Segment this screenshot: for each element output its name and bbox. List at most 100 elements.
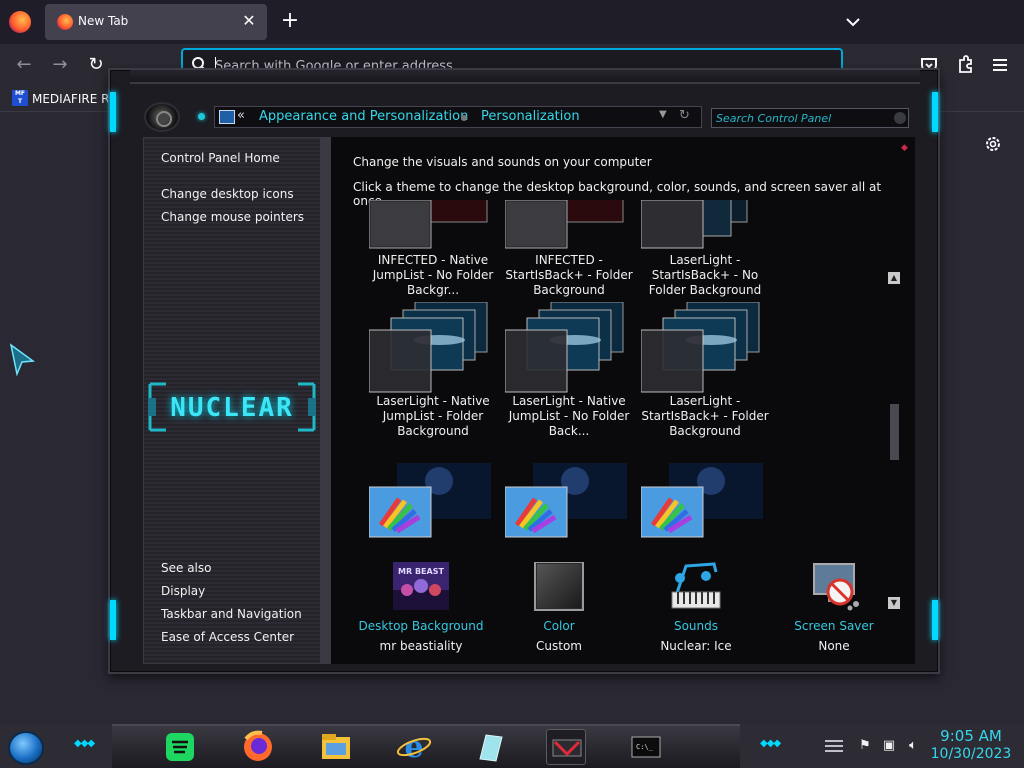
theme-name: INFECTED - Native JumpList - No Folder Bac… (372, 253, 494, 297)
theme-scrollbar-track[interactable]: ▲ ▼ (888, 272, 901, 609)
reload-button[interactable]: ↻ (84, 53, 108, 77)
theme-name: LaserLight - Native JumpList - Folder Back… (376, 394, 490, 438)
show-desktop-icon[interactable] (823, 737, 845, 755)
theme-tile[interactable]: LaserLight - Native JumpList - No Folder B… (505, 302, 633, 438)
theme-name: INFECTED - StartIsBack+ - Folder Backgroun… (505, 253, 633, 297)
desktop-background-label[interactable]: Desktop Background (351, 619, 491, 633)
sounds-item[interactable]: Sounds Nuclear: Ice (626, 562, 766, 653)
action-center-flag-icon[interactable]: ⚑ (857, 738, 873, 754)
chevron-down-icon[interactable]: ▼ (659, 109, 667, 120)
theme-name: LaserLight - Native JumpList - No Folder B… (508, 394, 630, 438)
theme-preview (369, 302, 488, 393)
spotify-icon[interactable] (160, 729, 200, 765)
breadcrumb[interactable]: « Appearance and Personalization Persona… (214, 106, 702, 128)
theme-tile[interactable] (641, 463, 769, 540)
control-panel-window: « Appearance and Personalization Persona… (108, 68, 940, 674)
file-explorer-icon[interactable] (316, 729, 356, 765)
breadcrumb-personalization[interactable]: Personalization (481, 109, 580, 124)
clock-time[interactable]: 9:05 AM (940, 727, 1002, 745)
theme-preview (505, 302, 624, 393)
svg-text:MR BEAST: MR BEAST (398, 567, 444, 576)
control-panel-icon[interactable] (546, 729, 586, 765)
desktop-background-value: mr beastiality (379, 639, 463, 653)
firefox-icon[interactable] (238, 729, 278, 765)
theme-tile[interactable]: LaserLight - Native JumpList - Folder Back… (369, 302, 497, 438)
link-change-desktop-icons[interactable]: Change desktop icons (161, 187, 294, 201)
link-display[interactable]: Display (161, 584, 205, 598)
search-icon[interactable] (894, 112, 906, 124)
command-prompt-icon[interactable]: C:\_ (626, 729, 666, 765)
hamburger-menu-icon[interactable] (989, 54, 1011, 76)
window-menu-icon[interactable] (144, 102, 180, 132)
sounds-value: Nuclear: Ice (660, 639, 732, 653)
theme-tile[interactable] (505, 463, 633, 540)
theme-tile[interactable] (369, 463, 497, 540)
theme-tile[interactable]: INFECTED - Native JumpList - No Folder Bac… (369, 200, 497, 297)
theme-preview (369, 200, 488, 249)
breadcrumb-overflow[interactable]: « (237, 108, 245, 123)
link-control-panel-home[interactable]: Control Panel Home (161, 151, 280, 165)
internet-explorer-icon[interactable]: e (394, 729, 434, 765)
volume-icon[interactable]: 🔈︎ (905, 738, 921, 754)
screen-saver-item[interactable]: Screen Saver None (764, 562, 904, 653)
sounds-label[interactable]: Sounds (626, 619, 766, 633)
refresh-icon[interactable]: ↻ (679, 108, 690, 123)
theme-preview (641, 302, 760, 393)
theme-preview (505, 463, 627, 538)
nuclear-logo-text: NUCLEAR (170, 393, 294, 423)
gear-icon[interactable] (983, 134, 1003, 154)
bookmark-mediafire[interactable]: MEDIAFIRE RO (32, 92, 119, 106)
pane-divider[interactable] (321, 137, 331, 664)
link-change-mouse-pointers[interactable]: Change mouse pointers (161, 210, 304, 224)
breadcrumb-appearance[interactable]: Appearance and Personalization (259, 109, 468, 124)
start-button[interactable] (8, 731, 44, 765)
svg-text:C:\_: C:\_ (636, 743, 654, 751)
nuclear-logo: NUCLEAR (148, 382, 316, 432)
music-notes-icon (671, 562, 721, 609)
frame-glow (110, 92, 116, 132)
theme-tile[interactable]: LaserLight - StartIsBack+ - Folder Backgro… (641, 302, 769, 438)
theme-preview (369, 463, 491, 538)
theme-tile[interactable]: INFECTED - StartIsBack+ - Folder Backgroun… (505, 200, 633, 297)
taskbar-deco-chevrons: ◆◆◆ (760, 738, 781, 749)
theme-preview (641, 200, 748, 249)
page-title: Change the visuals and sounds on your co… (353, 155, 652, 169)
color-value: Custom (536, 639, 582, 653)
color-label[interactable]: Color (489, 619, 629, 633)
search-input[interactable] (716, 111, 886, 125)
theme-preview (505, 200, 624, 249)
screen-saver-label[interactable]: Screen Saver (764, 619, 904, 633)
taskbar-deco-chevrons: ◆◆◆ (74, 738, 95, 749)
tab-new-tab[interactable]: New Tab ✕ (45, 4, 267, 40)
browser-tab-bar: New Tab ✕ + (0, 0, 1024, 44)
wallpaper-icon: MR BEAST (393, 562, 449, 610)
personalization-content: ◆ Change the visuals and sounds on your … (331, 137, 915, 664)
theme-name: LaserLight - StartIsBack+ - No Folder Back… (648, 253, 762, 297)
back-button[interactable]: ← (12, 53, 36, 77)
forward-button[interactable]: → (48, 53, 72, 77)
extensions-icon[interactable] (954, 54, 976, 76)
breadcrumb-separator[interactable] (461, 115, 467, 121)
help-icon[interactable]: ◆ (901, 143, 911, 153)
firefox-tab-icon (57, 14, 73, 30)
color-item[interactable]: Color Custom (489, 562, 629, 653)
firefox-menu-icon[interactable] (9, 11, 31, 33)
network-icon[interactable]: ▣ (881, 738, 897, 754)
color-swatch-icon (534, 562, 584, 611)
link-taskbar-navigation[interactable]: Taskbar and Navigation (161, 607, 302, 621)
link-ease-of-access[interactable]: Ease of Access Center (161, 630, 294, 644)
nav-back-dot[interactable] (198, 113, 205, 120)
scroll-thumb[interactable] (890, 404, 899, 460)
desktop-cursor-icon (9, 343, 36, 377)
clock-date[interactable]: 10/30/2023 (929, 746, 1013, 762)
close-tab-icon[interactable]: ✕ (239, 11, 259, 31)
glass-app-icon[interactable] (470, 729, 510, 765)
control-panel-search[interactable] (711, 108, 909, 128)
chevron-down-icon[interactable] (843, 12, 863, 32)
screen-saver-value: None (818, 639, 850, 653)
new-tab-button[interactable]: + (279, 10, 301, 32)
left-nav-pane: Control Panel Home Change desktop icons … (143, 137, 321, 664)
theme-tile[interactable]: LaserLight - StartIsBack+ - No Folder Back… (641, 200, 769, 297)
scroll-up-button[interactable]: ▲ (888, 272, 900, 284)
desktop-background-item[interactable]: MR BEAST Desktop Background mr beastiali… (351, 562, 491, 653)
